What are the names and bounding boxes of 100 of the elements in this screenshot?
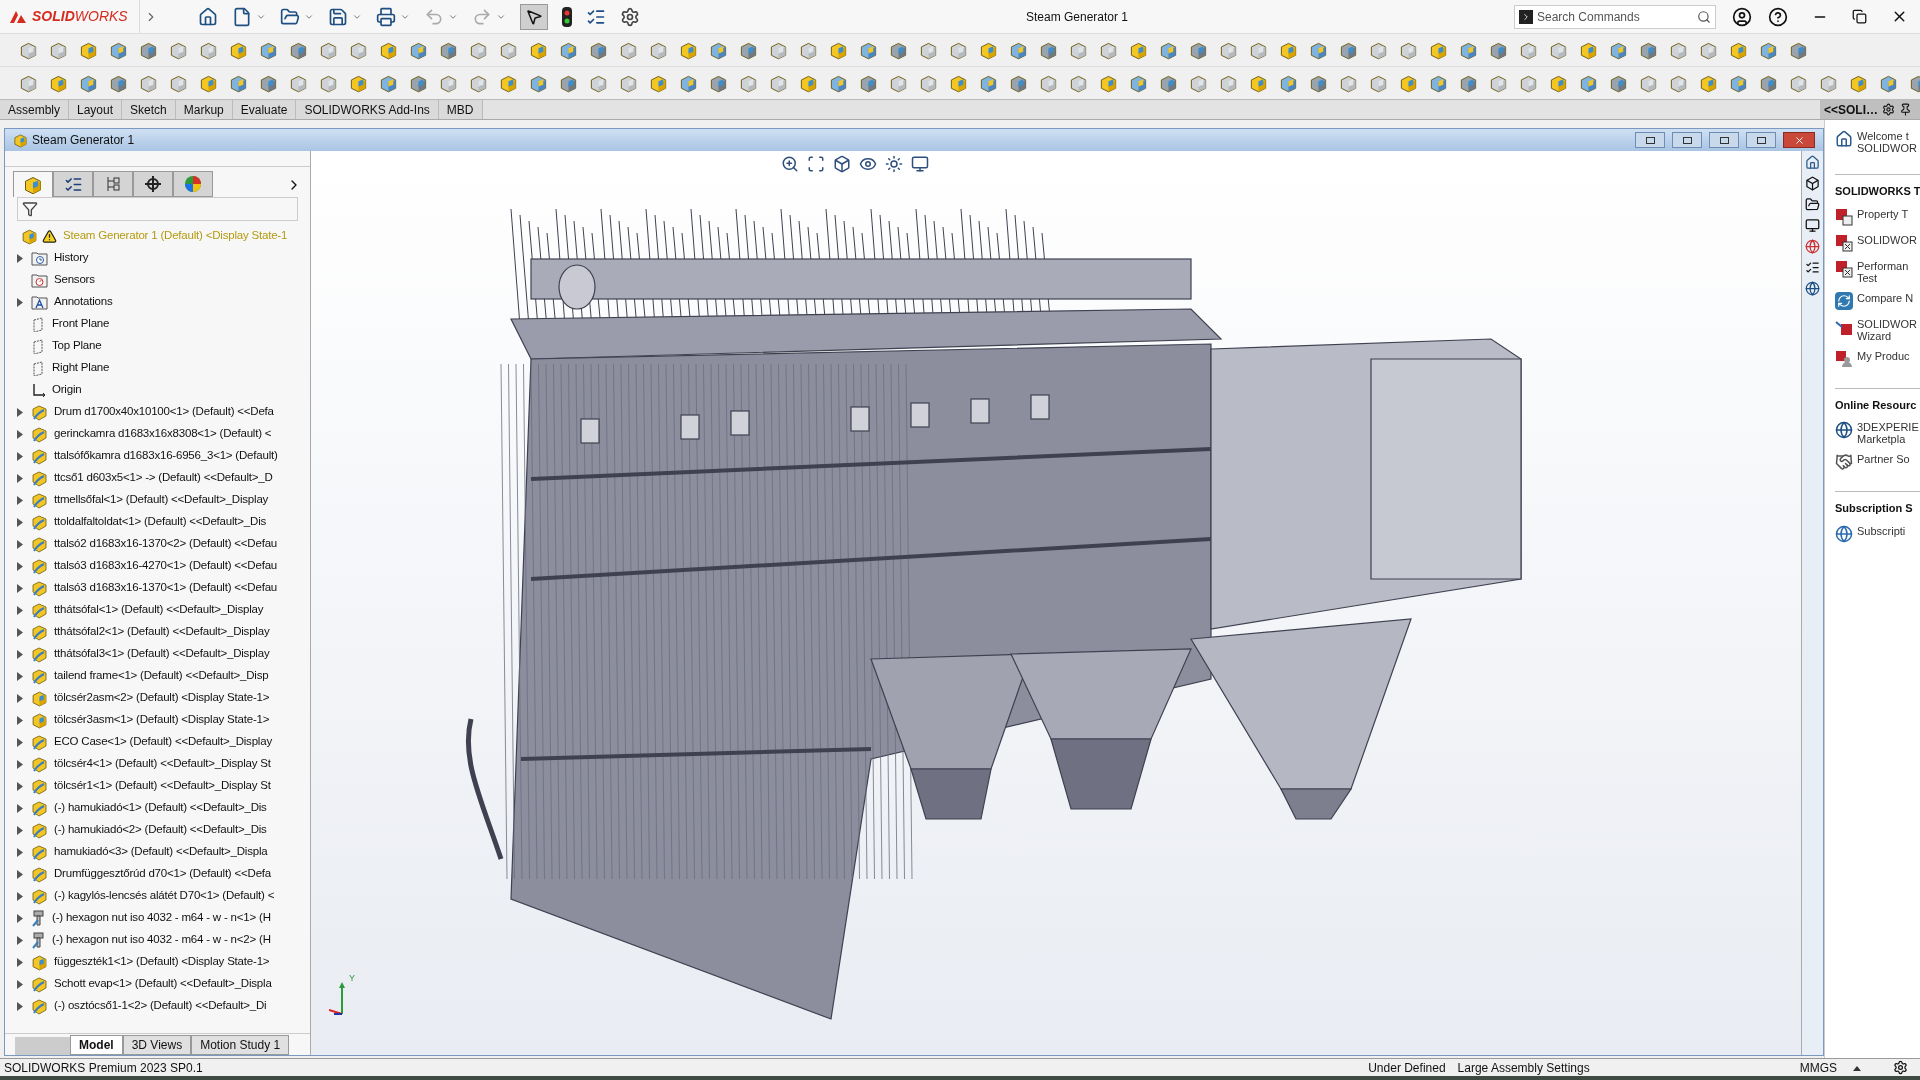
expand-arrow-icon[interactable]	[17, 781, 23, 791]
expand-arrow-icon[interactable]	[17, 891, 23, 901]
expand-arrow-icon[interactable]	[17, 429, 23, 439]
task-link[interactable]: Welcome t SOLIDWOR	[1835, 130, 1920, 154]
tree-item[interactable]: Schott evap<1> (Default) <<Default>_Displa	[15, 973, 310, 995]
expand-arrow-icon[interactable]	[17, 737, 23, 747]
expand-arrow-icon[interactable]	[17, 957, 23, 967]
filter-icon[interactable]	[22, 201, 38, 217]
zoom-area-icon[interactable]	[807, 155, 825, 173]
tree-item[interactable]: ttalsó2 d1683x16-1370<2> (Default) <<Defau	[15, 533, 310, 555]
user-icon[interactable]	[1732, 6, 1752, 27]
tree-item[interactable]: függeszték1<1> (Default) <Display State-1>	[15, 951, 310, 973]
tree-item[interactable]: gerinckamra d1683x16x8308<1> (Default) <	[15, 423, 310, 445]
new-file-icon[interactable]	[232, 6, 252, 27]
tree-item[interactable]: tölcsér1<1> (Default) <<Default>_Display St	[15, 775, 310, 797]
traffic-light-icon[interactable]	[562, 6, 572, 27]
view-palette-icon[interactable]	[1805, 218, 1820, 233]
tree-item[interactable]: Origin	[15, 379, 310, 401]
caret-up-icon[interactable]	[1853, 1064, 1861, 1071]
close-button[interactable]	[1783, 132, 1815, 148]
tree-item[interactable]: (-) hamukiadó<1> (Default) <<Default>_Dis	[15, 797, 310, 819]
task-link[interactable]: Subscripti	[1835, 524, 1920, 543]
restore-icon[interactable]	[1852, 9, 1867, 24]
expand-arrow-icon[interactable]	[17, 517, 23, 527]
tree-item[interactable]: tailend frame<1> (Default) <<Default>_Disp	[15, 665, 310, 687]
home-icon[interactable]	[198, 6, 218, 27]
tree-item[interactable]: ttoldalfaltoldat<1> (Default) <<Default>_Dis	[15, 511, 310, 533]
expand-arrow-icon[interactable]	[17, 649, 23, 659]
tree-item[interactable]: Sensors	[15, 269, 310, 291]
display-style-icon[interactable]	[859, 155, 877, 173]
command-tab[interactable]: Layout	[69, 100, 123, 119]
tree-item[interactable]: History	[15, 247, 310, 269]
monitor-icon[interactable]	[911, 155, 929, 173]
tree-item[interactable]: Right Plane	[15, 357, 310, 379]
expand-arrow-icon[interactable]	[17, 847, 23, 857]
expand-arrow-icon[interactable]	[17, 473, 23, 483]
search-field[interactable]: Search Commands	[1537, 7, 1693, 26]
window-button[interactable]	[1635, 132, 1665, 148]
expand-arrow-icon[interactable]	[17, 407, 23, 417]
tree-item[interactable]: ttmellsőfal<1> (Default) <<Default>_Display	[15, 489, 310, 511]
task-link[interactable]: 3DEXPERIE Marketpla	[1835, 421, 1920, 445]
window-button[interactable]	[1709, 132, 1739, 148]
task-link[interactable]: My Produc	[1835, 349, 1920, 368]
expand-arrow-icon[interactable]	[17, 759, 23, 769]
lighting-icon[interactable]	[885, 155, 903, 173]
expand-arrow-icon[interactable]	[17, 671, 23, 681]
expand-arrow-icon[interactable]	[17, 935, 23, 945]
open-folder-icon[interactable]	[280, 6, 300, 27]
expand-arrow-icon[interactable]	[17, 979, 23, 989]
command-tab[interactable]: SOLIDWORKS Add-Ins	[296, 100, 439, 119]
custom-properties-icon[interactable]	[1805, 260, 1820, 275]
tree-item[interactable]: tthátsófal3<1> (Default) <<Default>_Display	[15, 643, 310, 665]
task-pane-title[interactable]: <<SOLI…	[1824, 100, 1879, 119]
settings-icon[interactable]	[1882, 103, 1896, 116]
select-button[interactable]	[520, 3, 548, 30]
expand-arrow-icon[interactable]	[17, 451, 23, 461]
command-tab[interactable]: Markup	[175, 100, 233, 119]
expand-arrow-icon[interactable]	[17, 803, 23, 813]
tree-item[interactable]: tölcsér4<1> (Default) <<Default>_Display St	[15, 753, 310, 775]
window-button[interactable]	[1746, 132, 1776, 148]
tree-item[interactable]: (-) hexagon nut iso 4032 - m64 - w - n<2> (H	[15, 929, 310, 951]
expand-arrow-icon[interactable]	[17, 561, 23, 571]
tree-item[interactable]: ECO Case<1> (Default) <<Default>_Display	[15, 731, 310, 753]
globe-icon[interactable]	[1805, 281, 1820, 296]
tree-item[interactable]: Annotations	[15, 291, 310, 313]
view-tab[interactable]: Model	[70, 1035, 123, 1055]
search-box[interactable]: Search Commands	[1514, 4, 1716, 29]
folder-icon[interactable]	[1805, 197, 1820, 212]
tree-item[interactable]: tthátsófal<1> (Default) <<Default>_Display	[15, 599, 310, 621]
tree-item[interactable]: Top Plane	[15, 335, 310, 357]
expand-arrow-icon[interactable]	[17, 539, 23, 549]
tree-item[interactable]: hamukiadó<3> (Default) <<Default>_Displa	[15, 841, 310, 863]
tree-item[interactable]: Front Plane	[15, 313, 310, 335]
expand-arrow-icon[interactable]	[17, 297, 23, 307]
zoom-icon[interactable]	[781, 155, 799, 173]
command-tab[interactable]: Sketch	[122, 100, 176, 119]
tree-item[interactable]: ttcső1 d603x5<1> -> (Default) <<Default>_D	[15, 467, 310, 489]
task-link[interactable]: Property T	[1835, 207, 1920, 226]
manager-tab[interactable]	[133, 171, 173, 197]
tree-item[interactable]: tölcsér2asm<2> (Default) <Display State-1>	[15, 687, 310, 709]
expand-arrow-icon[interactable]	[17, 825, 23, 835]
expand-arrow-icon[interactable]	[17, 495, 23, 505]
task-link[interactable]: Partner So	[1835, 453, 1920, 471]
expand-arrow-icon[interactable]	[17, 1001, 23, 1011]
expand-arrow-icon[interactable]	[17, 693, 23, 703]
view-tab[interactable]: Motion Study 1	[191, 1035, 290, 1055]
status-text[interactable]: Large Assembly Settings	[1457, 1058, 1590, 1077]
part-library-icon[interactable]	[1805, 176, 1820, 191]
command-tab[interactable]: Evaluate	[232, 100, 297, 119]
tree-item[interactable]: Drumfüggesztőrúd d70<1> (Default) <<Defa	[15, 863, 310, 885]
print-icon[interactable]	[376, 6, 396, 27]
home-icon[interactable]	[1805, 155, 1820, 170]
tree-item[interactable]: (-) hexagon nut iso 4032 - m64 - w - n<1> (H	[15, 907, 310, 929]
tree-item[interactable]: (-) kagylós-lencsés alátét D70<1> (Default) <	[15, 885, 310, 907]
settings-icon[interactable]	[620, 6, 640, 27]
help-icon[interactable]	[1768, 6, 1788, 27]
expand-arrow-icon[interactable]	[17, 253, 23, 263]
expand-arrow-icon[interactable]	[17, 869, 23, 879]
expand-arrow-icon[interactable]	[17, 583, 23, 593]
tree-item[interactable]: (-) hamukiadó<2> (Default) <<Default>_Dis	[15, 819, 310, 841]
